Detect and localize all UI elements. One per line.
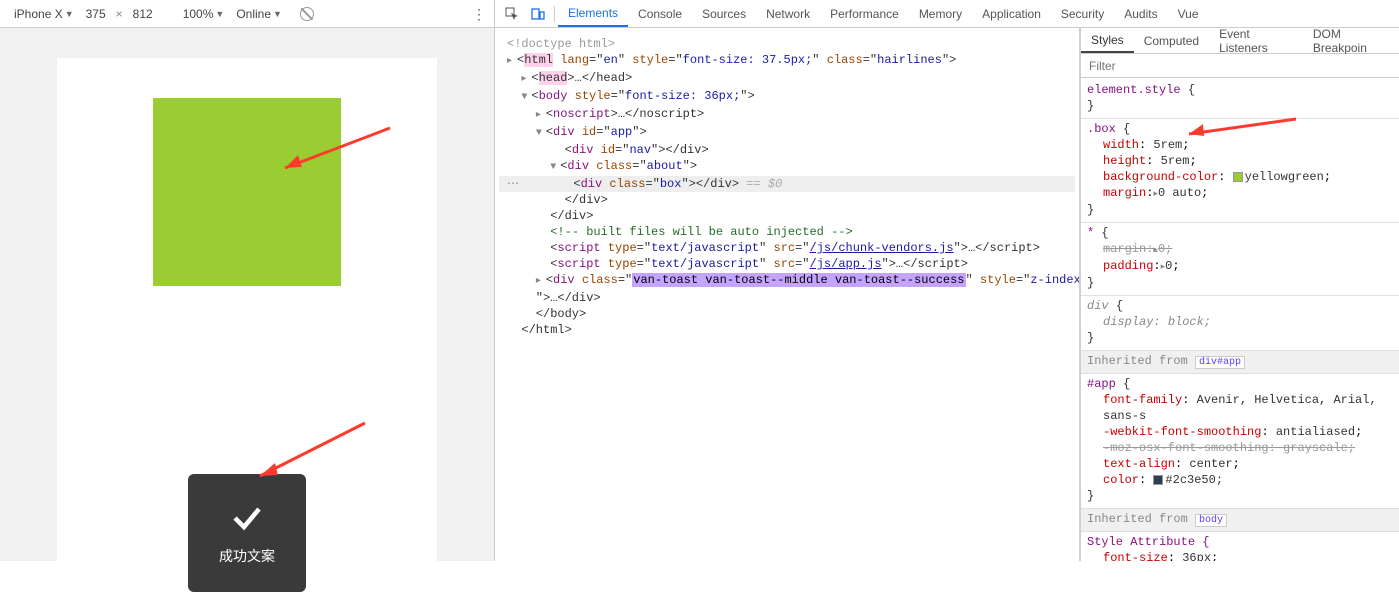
inherited-section: Inherited from body (1081, 509, 1399, 532)
phone-screen: 成功文案 (57, 58, 437, 561)
tab-elements[interactable]: Elements (558, 0, 628, 27)
tab-security[interactable]: Security (1051, 0, 1114, 27)
styles-tabs: Styles Computed Event Listeners DOM Brea… (1081, 28, 1399, 54)
styles-rules[interactable]: element.style { } .box { width: 5rem; he… (1081, 78, 1399, 561)
toast-text: 成功文案 (219, 546, 275, 566)
styles-filter (1081, 54, 1399, 78)
success-toast: 成功文案 (188, 474, 306, 592)
dimension-x: × (112, 7, 127, 21)
check-icon (229, 500, 265, 536)
tab-network[interactable]: Network (756, 0, 820, 27)
styles-tab-computed[interactable]: Computed (1134, 28, 1209, 53)
inherited-section: Inherited from div#app (1081, 351, 1399, 374)
tab-performance[interactable]: Performance (820, 0, 909, 27)
zoom-selector[interactable]: 100% ▼ (177, 7, 231, 21)
inspect-icon[interactable] (499, 3, 525, 25)
device-viewport: 成功文案 (0, 28, 494, 561)
dropdown-icon: ▼ (273, 9, 282, 19)
dimension-width[interactable]: 375 (80, 7, 112, 21)
tab-audits[interactable]: Audits (1114, 0, 1167, 27)
dropdown-icon: ▼ (215, 9, 224, 19)
more-options-icon[interactable]: ⋮ (472, 7, 486, 21)
device-panel: iPhone X ▼ 375 × 812 100% ▼ Online ▼ ⋮ (0, 0, 495, 561)
network-selector[interactable]: Online ▼ (230, 7, 288, 21)
styles-tab-listeners[interactable]: Event Listeners (1209, 28, 1303, 53)
tab-application[interactable]: Application (972, 0, 1051, 27)
tab-console[interactable]: Console (628, 0, 692, 27)
devtools-toolbar: Elements Console Sources Network Perform… (495, 0, 1399, 28)
tab-sources[interactable]: Sources (692, 0, 756, 27)
styles-filter-input[interactable] (1081, 54, 1399, 77)
styles-tab-styles[interactable]: Styles (1081, 28, 1134, 53)
device-name: iPhone X (14, 7, 63, 21)
styles-tab-dombp[interactable]: DOM Breakpoin (1303, 28, 1399, 53)
devtools: Elements Console Sources Network Perform… (495, 0, 1399, 561)
device-mode-icon[interactable] (525, 3, 551, 25)
elements-tree[interactable]: <!doctype html> ▸<html lang="en" style="… (495, 28, 1080, 561)
device-toolbar: iPhone X ▼ 375 × 812 100% ▼ Online ▼ ⋮ (0, 0, 494, 28)
green-box (153, 98, 341, 286)
rotate-icon[interactable] (300, 7, 314, 21)
dimension-height[interactable]: 812 (127, 7, 159, 21)
tab-memory[interactable]: Memory (909, 0, 972, 27)
styles-panel: Styles Computed Event Listeners DOM Brea… (1080, 28, 1399, 561)
device-selector[interactable]: iPhone X ▼ (8, 7, 80, 21)
dropdown-icon: ▼ (65, 9, 74, 19)
tab-vue[interactable]: Vue (1168, 0, 1209, 27)
